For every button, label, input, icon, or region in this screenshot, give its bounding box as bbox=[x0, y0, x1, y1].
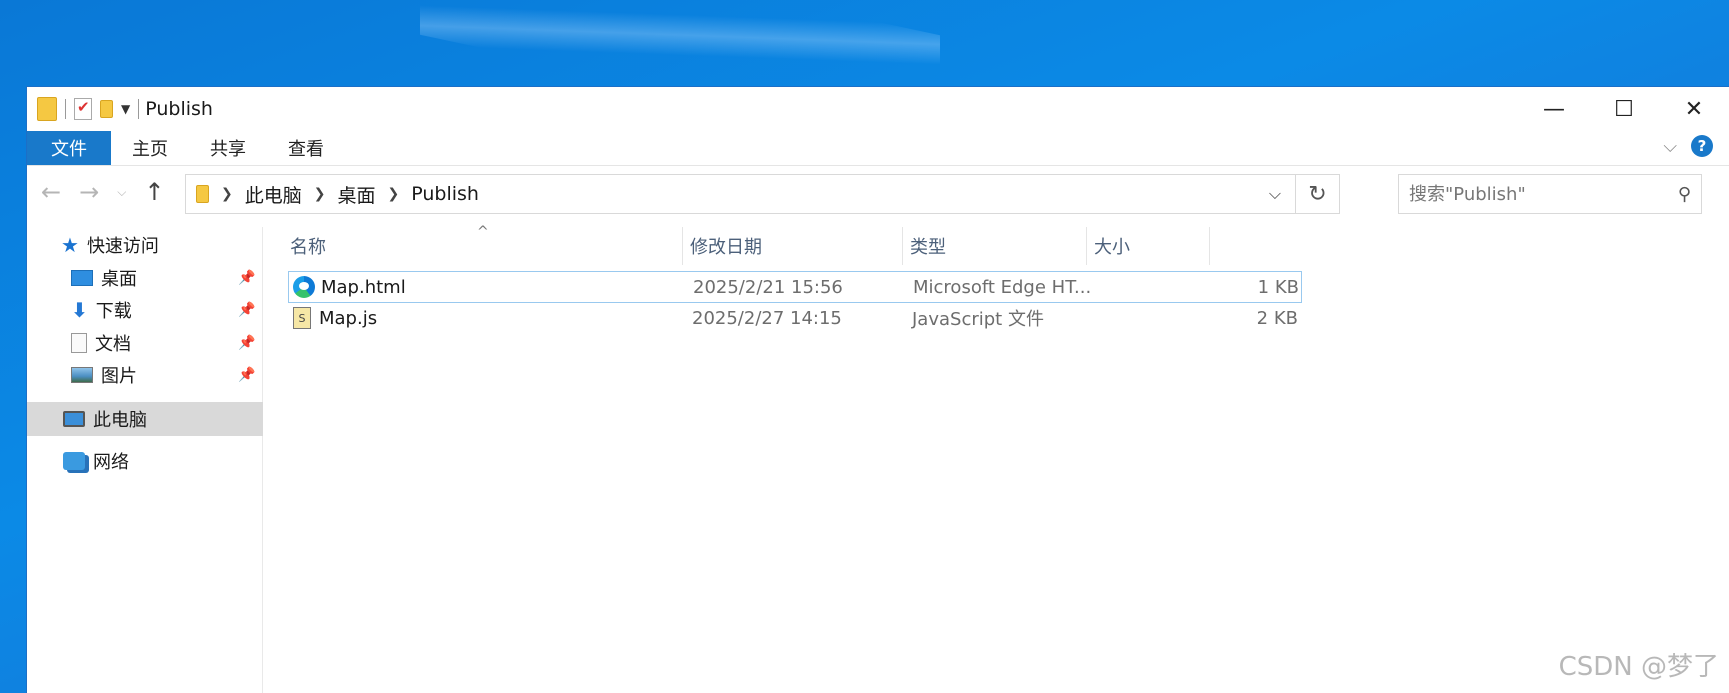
watermark: CSDN @梦了 bbox=[1558, 652, 1719, 682]
search-input[interactable] bbox=[1409, 183, 1678, 205]
navigation-buttons: ← → ⌵ ↑ bbox=[41, 166, 164, 218]
maximize-button[interactable]: ☐ bbox=[1589, 87, 1659, 131]
up-arrow-icon[interactable]: ↑ bbox=[144, 178, 164, 206]
column-divider[interactable] bbox=[1086, 227, 1087, 265]
tab-share[interactable]: 共享 bbox=[189, 131, 267, 165]
column-divider[interactable] bbox=[1209, 227, 1210, 265]
file-date: 2025/2/27 14:15 bbox=[692, 307, 842, 329]
tab-file[interactable]: 文件 bbox=[27, 131, 111, 165]
back-arrow-icon[interactable]: ← bbox=[41, 178, 61, 206]
forward-arrow-icon[interactable]: → bbox=[79, 178, 99, 206]
download-arrow-icon: ⬇ bbox=[71, 298, 88, 322]
toolbar-separator bbox=[65, 99, 66, 119]
quick-access-toolbar: ▼ bbox=[27, 87, 140, 131]
file-name: Map.js bbox=[319, 307, 378, 329]
pin-icon: 📌 bbox=[238, 367, 256, 383]
refresh-icon[interactable]: ↻ bbox=[1295, 175, 1339, 213]
minimize-button[interactable]: — bbox=[1519, 87, 1589, 131]
folder-icon bbox=[37, 97, 57, 121]
file-row[interactable]: S Map.js 2025/2/27 14:15 JavaScript 文件 2… bbox=[288, 303, 1302, 335]
window-controls: — ☐ ✕ bbox=[1519, 87, 1729, 131]
file-date: 2025/2/21 15:56 bbox=[693, 276, 843, 298]
file-size: 1 KB bbox=[1257, 276, 1299, 298]
nav-item-downloads[interactable]: ⬇ 下载 📌 bbox=[71, 294, 261, 326]
navigation-pane: ★ 快速访问 桌面 📌 ⬇ 下载 📌 文档 📌 图片 📌 此电脑 网络 bbox=[27, 227, 263, 693]
ribbon-right-controls: ⌵ ? bbox=[1663, 135, 1713, 157]
pictures-icon bbox=[71, 367, 93, 383]
help-icon[interactable]: ? bbox=[1691, 135, 1713, 157]
breadcrumb-separator-icon[interactable]: ❯ bbox=[388, 186, 400, 202]
ribbon-tabs: 文件 主页 共享 查看 ⌵ ? bbox=[27, 131, 1729, 165]
search-box: ⚲ bbox=[1398, 174, 1702, 214]
close-button[interactable]: ✕ bbox=[1659, 87, 1729, 131]
breadcrumb-separator-icon[interactable]: ❯ bbox=[314, 186, 326, 202]
star-icon: ★ bbox=[61, 233, 79, 257]
address-bar[interactable]: ❯ 此电脑 ❯ 桌面 ❯ Publish ⌵ ↻ bbox=[185, 174, 1340, 214]
folder-icon bbox=[196, 185, 209, 203]
breadcrumb-publish[interactable]: Publish bbox=[411, 183, 479, 205]
tab-view[interactable]: 查看 bbox=[267, 131, 345, 165]
network-icon bbox=[63, 452, 85, 470]
file-type: Microsoft Edge HT... bbox=[913, 276, 1092, 298]
nav-item-pictures[interactable]: 图片 📌 bbox=[71, 359, 261, 391]
window-title: Publish bbox=[145, 98, 213, 120]
breadcrumb: ❯ 此电脑 ❯ 桌面 ❯ Publish bbox=[186, 181, 1255, 208]
search-icon[interactable]: ⚲ bbox=[1678, 184, 1691, 205]
file-size: 2 KB bbox=[1256, 307, 1298, 329]
file-explorer-window: ▼ Publish — ☐ ✕ 文件 主页 共享 查看 ⌵ ? ← → ⌵ ↑ bbox=[26, 86, 1729, 693]
address-history-dropdown-icon[interactable]: ⌵ bbox=[1255, 184, 1295, 204]
pin-icon: 📌 bbox=[238, 335, 256, 351]
javascript-file-icon: S bbox=[293, 307, 311, 329]
breadcrumb-separator-icon[interactable]: ❯ bbox=[221, 186, 233, 202]
document-icon bbox=[71, 333, 87, 353]
column-header-type[interactable]: 类型 bbox=[910, 227, 1086, 265]
edge-icon bbox=[293, 276, 315, 298]
file-name: Map.html bbox=[321, 276, 406, 298]
file-name-cell: S Map.js bbox=[293, 303, 377, 333]
nav-this-pc[interactable]: 此电脑 bbox=[27, 402, 263, 436]
nav-label: 桌面 bbox=[101, 269, 137, 290]
new-folder-icon[interactable] bbox=[100, 100, 113, 118]
column-divider[interactable] bbox=[902, 227, 903, 265]
pin-icon: 📌 bbox=[238, 302, 256, 318]
customize-toolbar-dropdown-icon[interactable]: ▼ bbox=[121, 102, 130, 116]
computer-icon bbox=[63, 411, 85, 427]
nav-label: 快速访问 bbox=[86, 236, 159, 257]
expand-ribbon-chevron-icon[interactable]: ⌵ bbox=[1663, 136, 1677, 157]
nav-item-desktop[interactable]: 桌面 📌 bbox=[71, 262, 261, 294]
toolbar-separator bbox=[138, 99, 140, 119]
navigation-bar: ← → ⌵ ↑ ❯ 此电脑 ❯ 桌面 ❯ Publish ⌵ ↻ ⚲ bbox=[27, 165, 1729, 217]
tab-home[interactable]: 主页 bbox=[111, 131, 189, 165]
nav-label: 文档 bbox=[95, 334, 131, 355]
nav-item-documents[interactable]: 文档 📌 bbox=[71, 327, 261, 359]
recent-locations-chevron-icon[interactable]: ⌵ bbox=[117, 185, 126, 200]
file-row[interactable]: Map.html 2025/2/21 15:56 Microsoft Edge … bbox=[288, 271, 1302, 303]
breadcrumb-this-pc[interactable]: 此电脑 bbox=[245, 181, 302, 208]
nav-label: 图片 bbox=[101, 366, 137, 387]
nav-label: 下载 bbox=[95, 301, 132, 322]
file-list: ^ 名称 修改日期 类型 大小 Map.html 2025/2/21 15:56… bbox=[264, 224, 1729, 693]
title-bar: ▼ Publish — ☐ ✕ bbox=[27, 87, 1729, 131]
column-header-name[interactable]: 名称 bbox=[290, 227, 680, 265]
file-name-cell: Map.html bbox=[293, 272, 406, 302]
file-type: JavaScript 文件 bbox=[912, 309, 1044, 330]
pin-icon: 📌 bbox=[238, 270, 256, 286]
nav-quick-access[interactable]: ★ 快速访问 bbox=[61, 229, 159, 261]
nav-label: 网络 bbox=[93, 452, 129, 473]
nav-network[interactable]: 网络 bbox=[63, 445, 129, 477]
column-header-size[interactable]: 大小 bbox=[1094, 227, 1204, 265]
breadcrumb-desktop[interactable]: 桌面 bbox=[337, 181, 375, 208]
properties-icon[interactable] bbox=[74, 98, 92, 120]
desktop-icon bbox=[71, 270, 93, 286]
column-header-date[interactable]: 修改日期 bbox=[690, 227, 900, 265]
column-divider[interactable] bbox=[682, 227, 683, 265]
nav-label: 此电脑 bbox=[93, 410, 147, 431]
